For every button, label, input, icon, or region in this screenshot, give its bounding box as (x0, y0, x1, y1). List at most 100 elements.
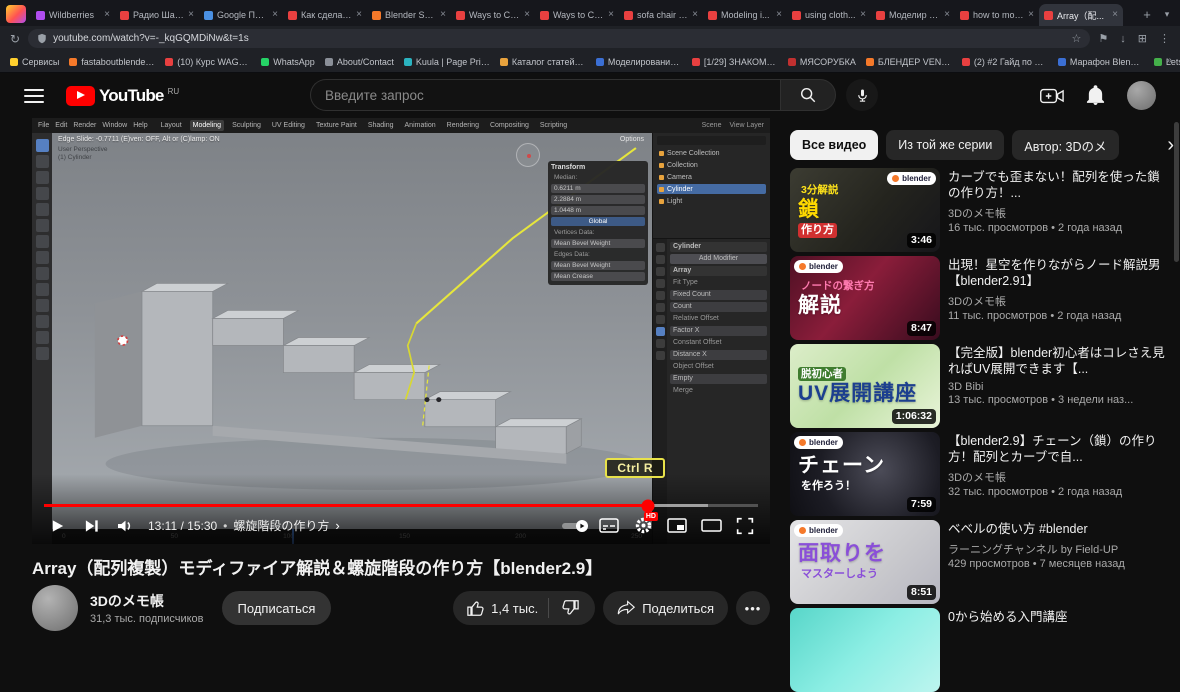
related-video-title[interactable]: 0から始める入門講座 (948, 609, 1172, 625)
collections-flag-icon[interactable]: ⚑ (1098, 32, 1108, 45)
tab-close-icon[interactable] (524, 10, 530, 20)
bookmark-item[interactable]: БЛЕНДЕР VENTALL... (865, 57, 952, 67)
chapter-label[interactable]: 螺旋階段の作り方 (233, 517, 329, 534)
related-video-channel[interactable]: 3Dのメモ帳 (948, 293, 1172, 309)
bookmark-item[interactable]: Сервисы (10, 57, 59, 67)
related-video-title[interactable]: 【完全版】blender初心者はコレさえ見ればUV展開できます【... (948, 345, 1172, 377)
video-thumbnail[interactable]: blender チェーン を作ろう！ 7:59 (790, 432, 940, 516)
bookmark-item[interactable]: fastaboutblender... (69, 57, 155, 67)
video-thumbnail[interactable]: 脱初心者 UV展開講座 1:06:32 (790, 344, 940, 428)
filter-chip[interactable]: Из той же серии (886, 130, 1005, 160)
fullscreen-button[interactable] (728, 511, 762, 541)
create-video-icon[interactable] (1040, 87, 1064, 105)
browser-tab[interactable]: how to mod... (955, 4, 1039, 26)
profile-avatar[interactable] (1127, 81, 1156, 110)
dislike-button[interactable] (549, 591, 591, 625)
browser-tab[interactable]: Как сделал... (283, 4, 367, 26)
browser-tab[interactable]: Modeling i... (703, 4, 787, 26)
video-player[interactable]: File Edit Render Window Help Layout Modeling S… (32, 118, 770, 544)
browser-tab[interactable]: Радио Шан... (115, 4, 199, 26)
related-video[interactable]: blender 3分解説 鎖 作り方 3:46 カーブでも歪まない！配列を使った… (790, 168, 1172, 252)
subscribe-button[interactable]: Подписаться (221, 591, 332, 625)
bookmark-item[interactable]: [1/29] ЗНАКОМСТВ... (691, 57, 778, 67)
browser-tab[interactable]: Blender Sec... (367, 4, 451, 26)
tab-close-icon[interactable] (188, 10, 194, 20)
bookmark-item[interactable]: Каталог статей - П... (499, 57, 586, 67)
related-video-channel[interactable]: 3D Bibi (948, 381, 1172, 393)
browser-tab[interactable]: Google Пер... (199, 4, 283, 26)
page-scrollbar[interactable] (1174, 122, 1179, 262)
browser-tab[interactable]: Wildberries (31, 4, 115, 26)
video-thumbnail[interactable] (790, 608, 940, 692)
notifications-bell-icon[interactable] (1086, 85, 1105, 106)
channel-name[interactable]: 3Dのメモ帳 (90, 591, 204, 611)
bookmark-item[interactable]: Моделирование и... (595, 57, 682, 67)
video-thumbnail[interactable]: blender ノードの繋ぎ方 解説 8:47 (790, 256, 940, 340)
related-video-title[interactable]: カーブでも歪まない！配列を使った鎖の作り方！... (948, 169, 1172, 201)
browser-tab[interactable]: using cloth... (787, 4, 871, 26)
refresh-icon[interactable]: ↻ (10, 33, 20, 45)
related-video-channel[interactable]: 3Dのメモ帳 (948, 469, 1172, 485)
extensions-icon[interactable]: ⊞ (1138, 32, 1147, 45)
related-video-title[interactable]: 出現！星空を作りながらノード解説男【blender2.91】 (948, 257, 1172, 289)
bookmark-item[interactable]: (10) Курс WAGON... (165, 57, 251, 67)
related-video[interactable]: blender チェーン を作ろう！ 7:59 【blender2.9】チェーン… (790, 432, 1172, 516)
related-video[interactable]: 0から始める入門講座 (790, 608, 1172, 692)
tab-close-icon[interactable] (692, 10, 698, 20)
related-video[interactable]: blender ノードの繋ぎ方 解説 8:47 出現！星空を作りながらノード解説… (790, 256, 1172, 340)
volume-button[interactable] (108, 511, 142, 541)
related-video-channel[interactable]: ラーニングチャンネル by Field-UP (948, 541, 1172, 557)
bookmark-item[interactable]: WhatsApp (261, 57, 315, 67)
hamburger-menu-icon[interactable] (24, 88, 44, 103)
bookmarks-overflow-icon[interactable] (1166, 55, 1172, 66)
tab-close-icon[interactable] (272, 10, 278, 20)
tab-close-icon[interactable] (440, 10, 446, 20)
filter-chip[interactable]: Все видео (790, 130, 879, 160)
tab-close-icon[interactable] (1028, 10, 1034, 20)
browser-tab[interactable]: sofa chair m... (619, 4, 703, 26)
omnibox[interactable]: youtube.com/watch?v=-_kqGQMDiNw&t=1s (28, 29, 1091, 48)
youtube-logo[interactable]: YouTube RU (66, 85, 179, 106)
browser-tab[interactable]: Ways to Cre... (535, 4, 619, 26)
chapter-chevron-icon[interactable] (335, 518, 339, 533)
share-button[interactable]: Поделиться (603, 591, 728, 625)
filter-chip[interactable]: Автор: 3Dのメ (1012, 130, 1119, 160)
more-actions-button[interactable] (736, 591, 770, 625)
bookmark-item[interactable]: МЯСОРУБКА (787, 57, 856, 67)
tab-close-icon[interactable] (776, 10, 782, 20)
mic-button[interactable] (846, 79, 878, 111)
search-button[interactable] (780, 79, 836, 111)
bookmark-item[interactable]: Kuula | Page Pricing (403, 57, 490, 67)
bookmark-item[interactable]: Марафон Blender... (1057, 57, 1144, 67)
like-button[interactable]: 1,4 тыс. (457, 591, 548, 625)
tab-close-icon[interactable] (860, 10, 866, 20)
theater-mode-button[interactable] (694, 511, 728, 541)
video-thumbnail[interactable]: blender 面取りを マスターしよう 8:51 (790, 520, 940, 604)
tab-close-icon[interactable] (1112, 10, 1118, 20)
tab-close-icon[interactable] (608, 10, 614, 20)
bookmark-item[interactable]: (2) #2 Гайд по Blen... (961, 57, 1048, 67)
play-button[interactable] (40, 511, 74, 541)
browser-tab[interactable]: Array（配... (1039, 4, 1123, 26)
tab-close-icon[interactable] (944, 10, 950, 20)
downloads-icon[interactable]: ↓ (1120, 33, 1126, 45)
subtitles-button[interactable] (592, 511, 626, 541)
app-icon[interactable] (6, 5, 26, 23)
bookmark-item[interactable]: About/Contact (324, 57, 394, 67)
browser-menu-icon[interactable]: ⋮ (1159, 32, 1170, 45)
next-button[interactable] (74, 511, 108, 541)
related-video-title[interactable]: ベベルの使い方 #blender (948, 521, 1172, 537)
miniplayer-button[interactable] (660, 511, 694, 541)
settings-button[interactable]: HD (626, 511, 660, 541)
browser-tab[interactable]: Ways to Cr... (451, 4, 535, 26)
tab-search-icon[interactable] (1158, 4, 1176, 24)
channel-avatar[interactable] (32, 585, 78, 631)
search-input[interactable] (325, 87, 766, 103)
bookmark-star-icon[interactable] (1072, 32, 1082, 45)
related-video[interactable]: blender 面取りを マスターしよう 8:51 ベベルの使い方 #blend… (790, 520, 1172, 604)
related-video-channel[interactable]: 3Dのメモ帳 (948, 205, 1172, 221)
related-video-title[interactable]: 【blender2.9】チェーン（鎖）の作り方！配列とカーブで自... (948, 433, 1172, 465)
tab-close-icon[interactable] (356, 10, 362, 20)
new-tab-button[interactable] (1137, 4, 1157, 24)
video-thumbnail[interactable]: blender 3分解説 鎖 作り方 3:46 (790, 168, 940, 252)
